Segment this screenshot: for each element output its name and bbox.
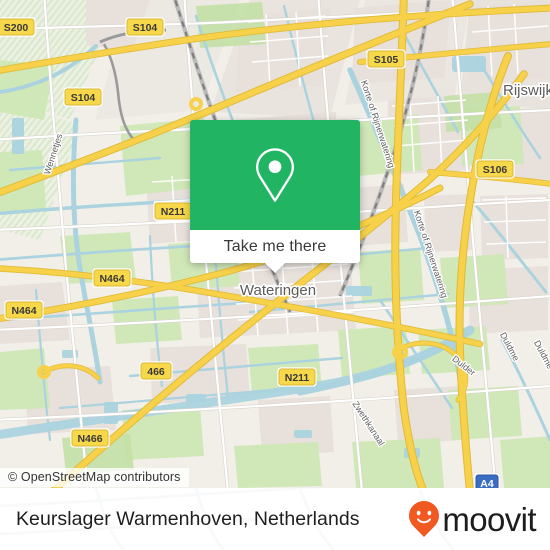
moovit-map-screenshot: Wateringen Wateringen Rijswijk Rijswijk Wenn…: [0, 0, 550, 550]
page-title: Keurslager Warmenhoven, Netherlands: [16, 507, 360, 530]
road-shield-466: 466: [139, 361, 173, 381]
svg-text:N464: N464: [99, 273, 124, 285]
popup-image-panel: [190, 120, 360, 230]
road-shield-n211: N211: [153, 201, 193, 221]
road-shield-s105: S105: [366, 49, 406, 69]
svg-text:466: 466: [147, 366, 165, 378]
map-pin-icon: [255, 148, 295, 202]
svg-text:Wateringen: Wateringen: [240, 282, 316, 299]
svg-text:A4: A4: [480, 478, 494, 488]
road-shield-n464: N464: [92, 268, 132, 288]
road-shield-n466: N466: [70, 428, 110, 448]
footer-bar: Keurslager Warmenhoven, Netherlands moov…: [0, 488, 550, 550]
road-shield-s106: S106: [475, 159, 515, 179]
road-shield-s200: S200: [0, 17, 36, 37]
svg-text:S104: S104: [133, 22, 158, 34]
svg-text:N464: N464: [11, 305, 36, 317]
svg-text:S104: S104: [71, 92, 96, 104]
map-place-label: RijswijkRijswijk: [501, 80, 550, 100]
road-shield-n211: N211: [277, 367, 317, 387]
road-shield-s104: S104: [125, 17, 165, 37]
take-me-there-popup[interactable]: Take me there: [190, 120, 360, 273]
road-shield-s104: S104: [63, 87, 103, 107]
road-shield-n464: N464: [4, 300, 44, 320]
svg-text:N466: N466: [77, 433, 102, 445]
moovit-smiley-pin-icon: [409, 501, 440, 537]
popup-cta[interactable]: Take me there: [190, 230, 360, 273]
svg-text:S106: S106: [483, 164, 508, 176]
svg-text:Rijswijk: Rijswijk: [503, 82, 550, 99]
svg-text:S105: S105: [374, 54, 399, 66]
popup-cta-label: Take me there: [223, 237, 327, 255]
road-shield-a4: A4: [474, 473, 500, 488]
moovit-logo[interactable]: moovit: [408, 500, 537, 538]
popup-pointer: [264, 262, 286, 273]
osm-attribution: © OpenStreetMap contributors: [0, 468, 189, 487]
map-place-label: WateringenWateringen: [238, 280, 317, 300]
svg-text:N211: N211: [285, 372, 310, 384]
svg-text:N211: N211: [161, 206, 186, 218]
svg-text:S200: S200: [4, 22, 29, 34]
moovit-wordmark: moovit: [442, 500, 536, 538]
